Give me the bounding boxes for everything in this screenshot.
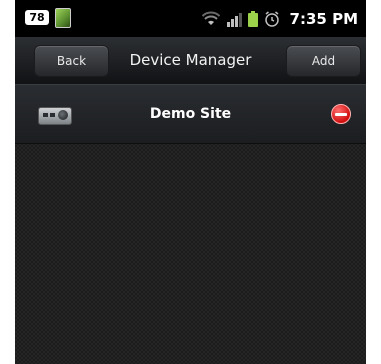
add-button[interactable]: Add (286, 45, 361, 77)
wifi-icon (201, 11, 220, 25)
device-name: Demo Site (149, 106, 232, 122)
image-notification-icon (55, 8, 71, 28)
notification-count-badge: 78 (25, 10, 49, 25)
clock: 7:35 PM (289, 9, 358, 28)
device-list: Demo Site (15, 85, 366, 364)
device-screen: 78 7:35 PM Back Device Manager Add Demo … (15, 0, 366, 364)
title-bar: Back Device Manager Add (15, 37, 366, 85)
alarm-icon (264, 10, 279, 27)
dvr-device-icon (38, 107, 72, 125)
page-title: Device Manager (129, 51, 252, 69)
status-icons: 7:35 PM (201, 0, 358, 37)
back-button[interactable]: Back (34, 45, 109, 77)
status-bar: 78 7:35 PM (15, 0, 366, 37)
delete-icon[interactable] (331, 104, 351, 124)
device-row[interactable]: Demo Site (15, 85, 366, 144)
battery-icon (247, 10, 258, 27)
signal-icon (226, 12, 242, 27)
